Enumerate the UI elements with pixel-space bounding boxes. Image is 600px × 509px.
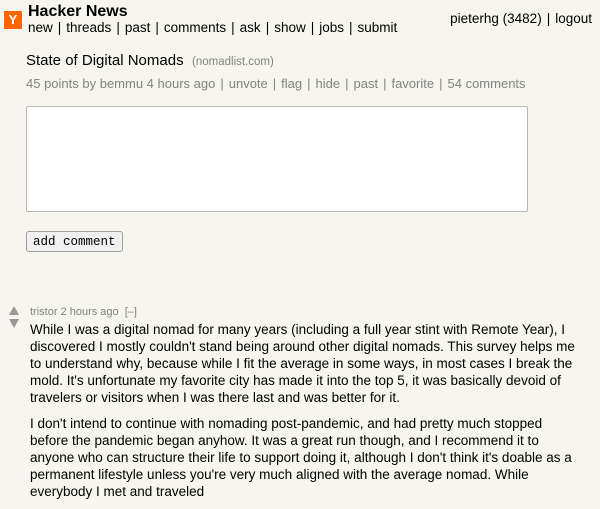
nav-separator: | — [265, 20, 270, 35]
past-link[interactable]: past — [354, 76, 379, 91]
vote-arrows — [9, 306, 21, 332]
top-nav: new | threads | past | comments | ask | show | jobs |… — [28, 20, 397, 35]
site-name[interactable]: Hacker News — [28, 3, 128, 21]
nav-show[interactable]: show — [274, 20, 306, 35]
comment-paragraph: I don't intend to continue with nomading… — [30, 416, 572, 499]
subtext-separator: | — [439, 76, 443, 91]
favorite-link[interactable]: favorite — [391, 76, 434, 91]
story-title-row: State of Digital Nomads (nomadlist.com) — [26, 52, 274, 70]
hn-logo[interactable]: Y — [3, 10, 23, 30]
story-title[interactable]: State of Digital Nomads — [26, 52, 184, 69]
nav-separator: | — [57, 20, 62, 35]
nav-comments[interactable]: comments — [164, 20, 226, 35]
comments-count-link[interactable]: 54 comments — [448, 76, 526, 91]
nav-threads[interactable]: threads — [66, 20, 111, 35]
downvote-arrow-icon[interactable] — [9, 319, 19, 328]
subtext-separator: | — [272, 76, 277, 91]
nav-jobs[interactable]: jobs — [319, 20, 344, 35]
nav-separator: | — [155, 20, 159, 35]
story-points-by: 45 points by bemmu 4 hours ago — [26, 76, 216, 91]
comment-author[interactable]: tristor — [30, 306, 58, 318]
subtext-separator: | — [307, 76, 311, 91]
nav-new[interactable]: new — [28, 20, 53, 35]
user-separator: | — [546, 11, 551, 26]
comment-age[interactable]: 2 hours ago — [61, 306, 119, 318]
nav-submit[interactable]: submit — [358, 20, 398, 35]
user-bar: pieterhg (3482) | logout — [450, 11, 592, 26]
user-link[interactable]: pieterhg (3482) — [450, 11, 542, 26]
upvote-arrow-icon[interactable] — [9, 306, 19, 315]
nav-separator: | — [231, 20, 235, 35]
hide-link[interactable]: hide — [316, 76, 341, 91]
flag-link[interactable]: flag — [281, 76, 302, 91]
logout-link[interactable]: logout — [555, 11, 592, 26]
subtext-separator: | — [383, 76, 387, 91]
collapse-toggle[interactable]: [–] — [125, 306, 137, 318]
story-domain[interactable]: (nomadlist.com) — [192, 56, 274, 68]
unvote-link[interactable]: unvote — [229, 76, 268, 91]
comment-paragraph: While I was a digital nomad for many yea… — [30, 322, 575, 405]
subtext-separator: | — [345, 76, 349, 91]
nav-ask[interactable]: ask — [240, 20, 261, 35]
header: Y Hacker News new | threads | past | comments |… — [0, 0, 600, 40]
nav-separator: | — [349, 20, 353, 35]
add-comment-button[interactable]: add comment — [26, 231, 123, 252]
comment-body: While I was a digital nomad for many yea… — [30, 321, 578, 509]
nav-separator: | — [116, 20, 120, 35]
comment-meta: tristor 2 hours ago [–] — [30, 306, 137, 318]
subtext-separator: | — [220, 76, 224, 91]
nav-past[interactable]: past — [125, 20, 151, 35]
comment-textarea[interactable] — [26, 106, 528, 212]
nav-separator: | — [310, 20, 315, 35]
story-subtext: 45 points by bemmu 4 hours ago | unvote | fl… — [26, 76, 526, 91]
